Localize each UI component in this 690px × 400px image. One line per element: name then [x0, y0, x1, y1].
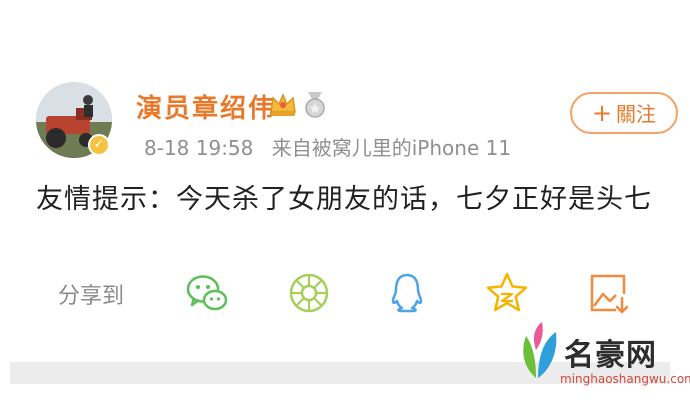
watermark-logo-icon	[523, 322, 557, 378]
weibo-post: ✓ 演员章绍伟 8-18 19:58 来自被窝儿里的iPhone 11 + 關注 …	[0, 0, 690, 400]
post-time: 8-18 19:58	[144, 136, 254, 160]
follow-button[interactable]: + 關注	[570, 92, 678, 134]
qq-icon[interactable]	[384, 270, 430, 316]
post-source[interactable]: 来自被窝儿里的iPhone 11	[272, 136, 511, 160]
medal-badge-icon[interactable]	[302, 91, 328, 119]
share-label: 分享到	[58, 284, 125, 309]
post-meta: 8-18 19:58 来自被窝儿里的iPhone 11	[136, 132, 511, 161]
follow-label: 關注	[616, 102, 657, 126]
follow-plus-icon: +	[591, 99, 613, 127]
wechat-icon[interactable]	[184, 270, 230, 316]
author-name[interactable]: 演员章绍伟	[136, 88, 276, 125]
crown-badge-icon[interactable]	[268, 90, 298, 118]
watermark-url: minghaoshangwu.com	[560, 372, 690, 386]
qzone-icon[interactable]	[484, 270, 530, 316]
watermark-title: 名豪网	[564, 338, 657, 373]
save-image-icon[interactable]	[586, 270, 632, 316]
verified-v-icon: ✓	[88, 134, 110, 156]
post-content: 友情提示：今天杀了女朋友的话，七夕正好是头七	[36, 184, 652, 215]
moments-icon[interactable]	[286, 270, 332, 316]
